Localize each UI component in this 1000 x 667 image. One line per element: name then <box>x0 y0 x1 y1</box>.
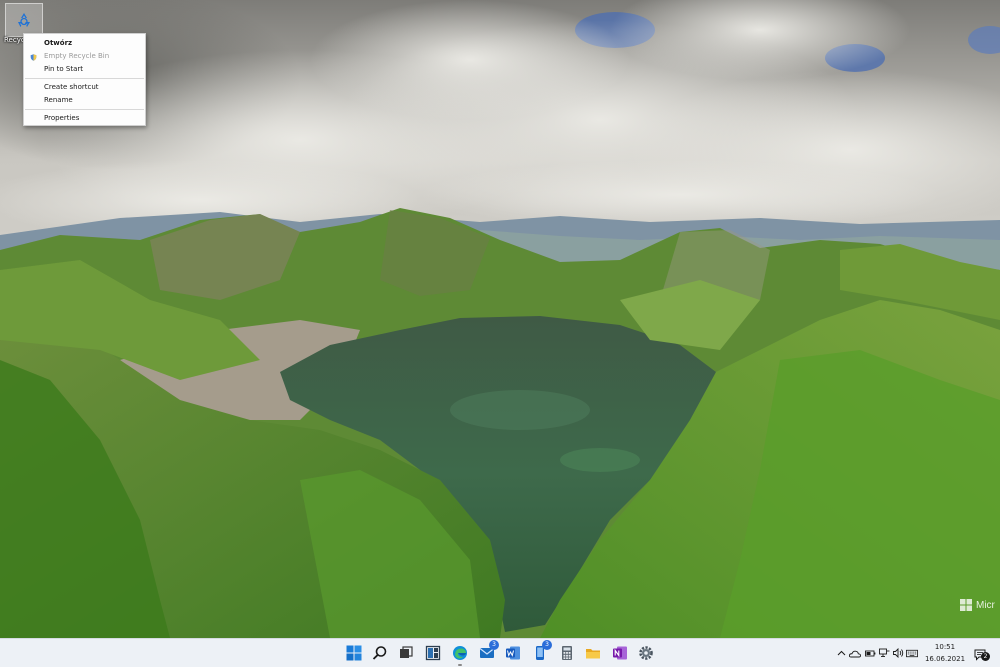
clock-time: 10:51 <box>934 643 956 651</box>
clock-button[interactable]: 10:51 16.06.2021 <box>922 641 968 665</box>
volume-button[interactable] <box>892 647 904 659</box>
menu-item-label: Empty Recycle Bin <box>44 52 110 60</box>
menu-separator <box>25 109 144 110</box>
word-button[interactable] <box>503 643 523 663</box>
menu-item-label: Pin to Start <box>44 65 84 73</box>
network-icon <box>878 648 889 657</box>
notification-count-badge: 2 <box>981 652 990 661</box>
menu-item-label: Create shortcut <box>44 83 99 91</box>
onedrive-button[interactable] <box>849 647 861 659</box>
mail-badge: 3 <box>489 640 499 650</box>
search-button[interactable] <box>370 643 390 663</box>
menu-item-label: Properties <box>44 114 80 122</box>
onenote-button[interactable] <box>610 643 630 663</box>
touch-keyboard-button[interactable] <box>906 647 918 659</box>
battery-icon <box>864 650 875 656</box>
context-menu: Otwórz Empty Recycle Bin Pin to Start Cr… <box>23 33 146 126</box>
edge-button[interactable] <box>450 643 470 666</box>
menu-item-create-shortcut[interactable]: Create shortcut <box>24 81 145 94</box>
running-indicator <box>458 664 462 666</box>
microsoft-watermark: Micr <box>960 599 995 611</box>
menu-item-empty-recycle-bin: Empty Recycle Bin <box>24 50 145 63</box>
word-icon <box>506 646 520 660</box>
keyboard-icon <box>906 649 918 657</box>
onedrive-icon <box>849 650 861 657</box>
calculator-icon <box>562 646 572 660</box>
task-view-icon <box>400 646 413 658</box>
search-icon <box>372 646 387 660</box>
recycle-bin-icon <box>5 3 43 37</box>
microsoft-logo-icon <box>960 599 972 611</box>
recycle-bin-desktop-icon[interactable]: Recyc <box>4 3 44 44</box>
menu-item-open[interactable]: Otwórz <box>24 37 145 50</box>
onenote-icon <box>613 646 627 660</box>
settings-button[interactable] <box>636 643 656 663</box>
edge-icon <box>453 646 467 660</box>
menu-separator <box>25 78 144 79</box>
chevron-up-icon <box>837 650 845 655</box>
settings-icon <box>639 646 653 660</box>
file-explorer-button[interactable] <box>583 643 603 663</box>
menu-item-properties[interactable]: Properties <box>24 112 145 125</box>
calculator-button[interactable] <box>557 643 577 663</box>
watermark-text: Micr <box>976 599 995 611</box>
desktop-wallpaper <box>0 0 1000 638</box>
start-icon <box>346 645 362 661</box>
widgets-icon <box>425 645 441 661</box>
menu-item-pin-to-start[interactable]: Pin to Start <box>24 63 145 76</box>
task-view-button[interactable] <box>396 643 416 663</box>
widgets-button[interactable] <box>423 643 443 663</box>
shield-icon <box>30 53 37 61</box>
your-phone-button[interactable]: 3 <box>530 640 552 663</box>
mail-button[interactable]: 3 <box>477 640 499 663</box>
show-hidden-icons-button[interactable] <box>835 647 847 659</box>
clock-date: 16.06.2021 <box>924 655 966 663</box>
recycle-bin-label: Recyc <box>4 36 25 44</box>
battery-button[interactable] <box>864 647 876 659</box>
taskbar: 3 3 10:51 16.06.2021 2 <box>0 638 1000 667</box>
menu-item-label: Rename <box>44 96 73 104</box>
start-button[interactable] <box>344 643 364 663</box>
network-button[interactable] <box>878 647 890 659</box>
menu-item-rename[interactable]: Rename <box>24 94 145 107</box>
menu-item-label: Otwórz <box>44 39 73 47</box>
phone-badge: 3 <box>542 640 552 650</box>
file-explorer-icon <box>586 649 600 659</box>
volume-icon <box>892 648 903 658</box>
notification-center-button[interactable]: 2 <box>974 646 990 661</box>
